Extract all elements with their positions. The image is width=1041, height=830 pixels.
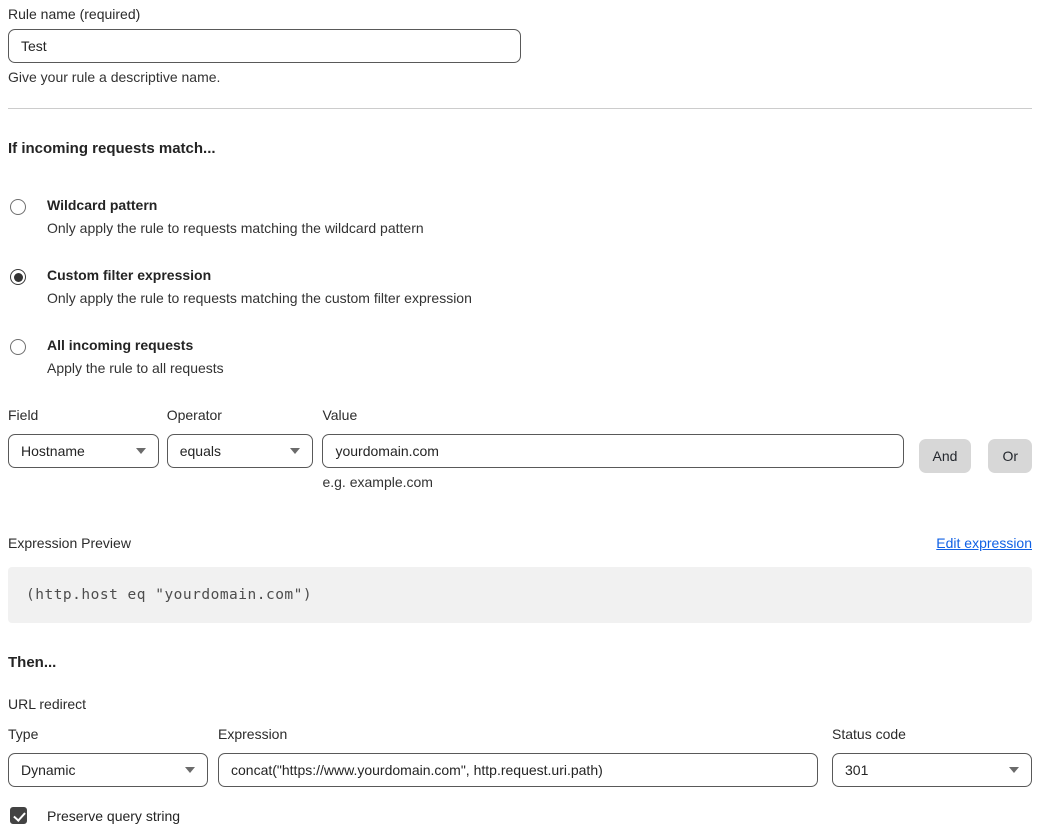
redirect-expression-input[interactable] — [218, 753, 818, 787]
rule-name-label: Rule name (required) — [8, 6, 521, 22]
all-requests-radio[interactable] — [10, 339, 26, 355]
preserve-query-label: Preserve query string — [47, 808, 180, 824]
custom-filter-label: Custom filter expression — [47, 267, 211, 283]
wildcard-pattern-radio[interactable] — [10, 199, 26, 215]
radio-option-custom-filter[interactable]: Custom filter expression Only apply the … — [8, 267, 1032, 306]
preserve-query-checkbox[interactable] — [10, 807, 27, 824]
status-code-value: 301 — [845, 762, 868, 778]
rule-name-help: Give your rule a descriptive name. — [8, 69, 521, 85]
custom-filter-radio[interactable] — [10, 269, 26, 285]
redirect-builder-row: Type Dynamic Expression Status code 301 — [8, 726, 1032, 787]
section-divider — [8, 108, 1032, 109]
preserve-query-row[interactable]: Preserve query string — [8, 807, 1032, 824]
rule-name-input[interactable] — [8, 29, 521, 63]
chevron-down-icon — [290, 448, 300, 454]
field-select-value: Hostname — [21, 443, 85, 459]
redirect-rule-form: Rule name (required) Give your rule a de… — [0, 0, 1041, 830]
field-label: Field — [8, 407, 159, 423]
value-help: e.g. example.com — [322, 474, 903, 490]
expression-preview-label: Expression Preview — [8, 535, 131, 551]
type-label: Type — [8, 726, 208, 742]
radio-option-all-requests[interactable]: All incoming requests Apply the rule to … — [8, 337, 1032, 376]
status-code-select[interactable]: 301 — [832, 753, 1032, 787]
all-requests-description: Apply the rule to all requests — [47, 360, 224, 376]
value-label: Value — [322, 407, 903, 423]
radio-option-wildcard-pattern[interactable]: Wildcard pattern Only apply the rule to … — [8, 197, 1032, 236]
expression-preview-code: (http.host eq "yourdomain.com") — [8, 567, 1032, 623]
custom-filter-description: Only apply the rule to requests matching… — [47, 290, 472, 306]
redirect-type-select[interactable]: Dynamic — [8, 753, 208, 787]
redirect-expression-label: Expression — [218, 726, 818, 742]
url-redirect-label: URL redirect — [8, 696, 1032, 712]
chevron-down-icon — [185, 767, 195, 773]
all-requests-label: All incoming requests — [47, 337, 193, 353]
chevron-down-icon — [1009, 767, 1019, 773]
operator-select[interactable]: equals — [167, 434, 314, 468]
wildcard-pattern-description: Only apply the rule to requests matching… — [47, 220, 424, 236]
edit-expression-link[interactable]: Edit expression — [936, 535, 1032, 551]
operator-select-value: equals — [180, 443, 221, 459]
field-select[interactable]: Hostname — [8, 434, 159, 468]
and-button[interactable]: And — [919, 439, 972, 473]
operator-label: Operator — [167, 407, 314, 423]
rule-name-section: Rule name (required) Give your rule a de… — [8, 6, 521, 85]
or-button[interactable]: Or — [988, 439, 1032, 473]
redirect-type-value: Dynamic — [21, 762, 75, 778]
filter-builder-row: Field Hostname Operator equals Value e.g… — [8, 407, 1032, 490]
value-input[interactable] — [322, 434, 903, 468]
then-section-heading: Then... — [8, 654, 1032, 671]
chevron-down-icon — [136, 448, 146, 454]
match-type-radio-group: Wildcard pattern Only apply the rule to … — [8, 197, 1032, 376]
wildcard-pattern-label: Wildcard pattern — [47, 197, 157, 213]
match-section-heading: If incoming requests match... — [8, 140, 1032, 157]
status-code-label: Status code — [832, 726, 1032, 742]
